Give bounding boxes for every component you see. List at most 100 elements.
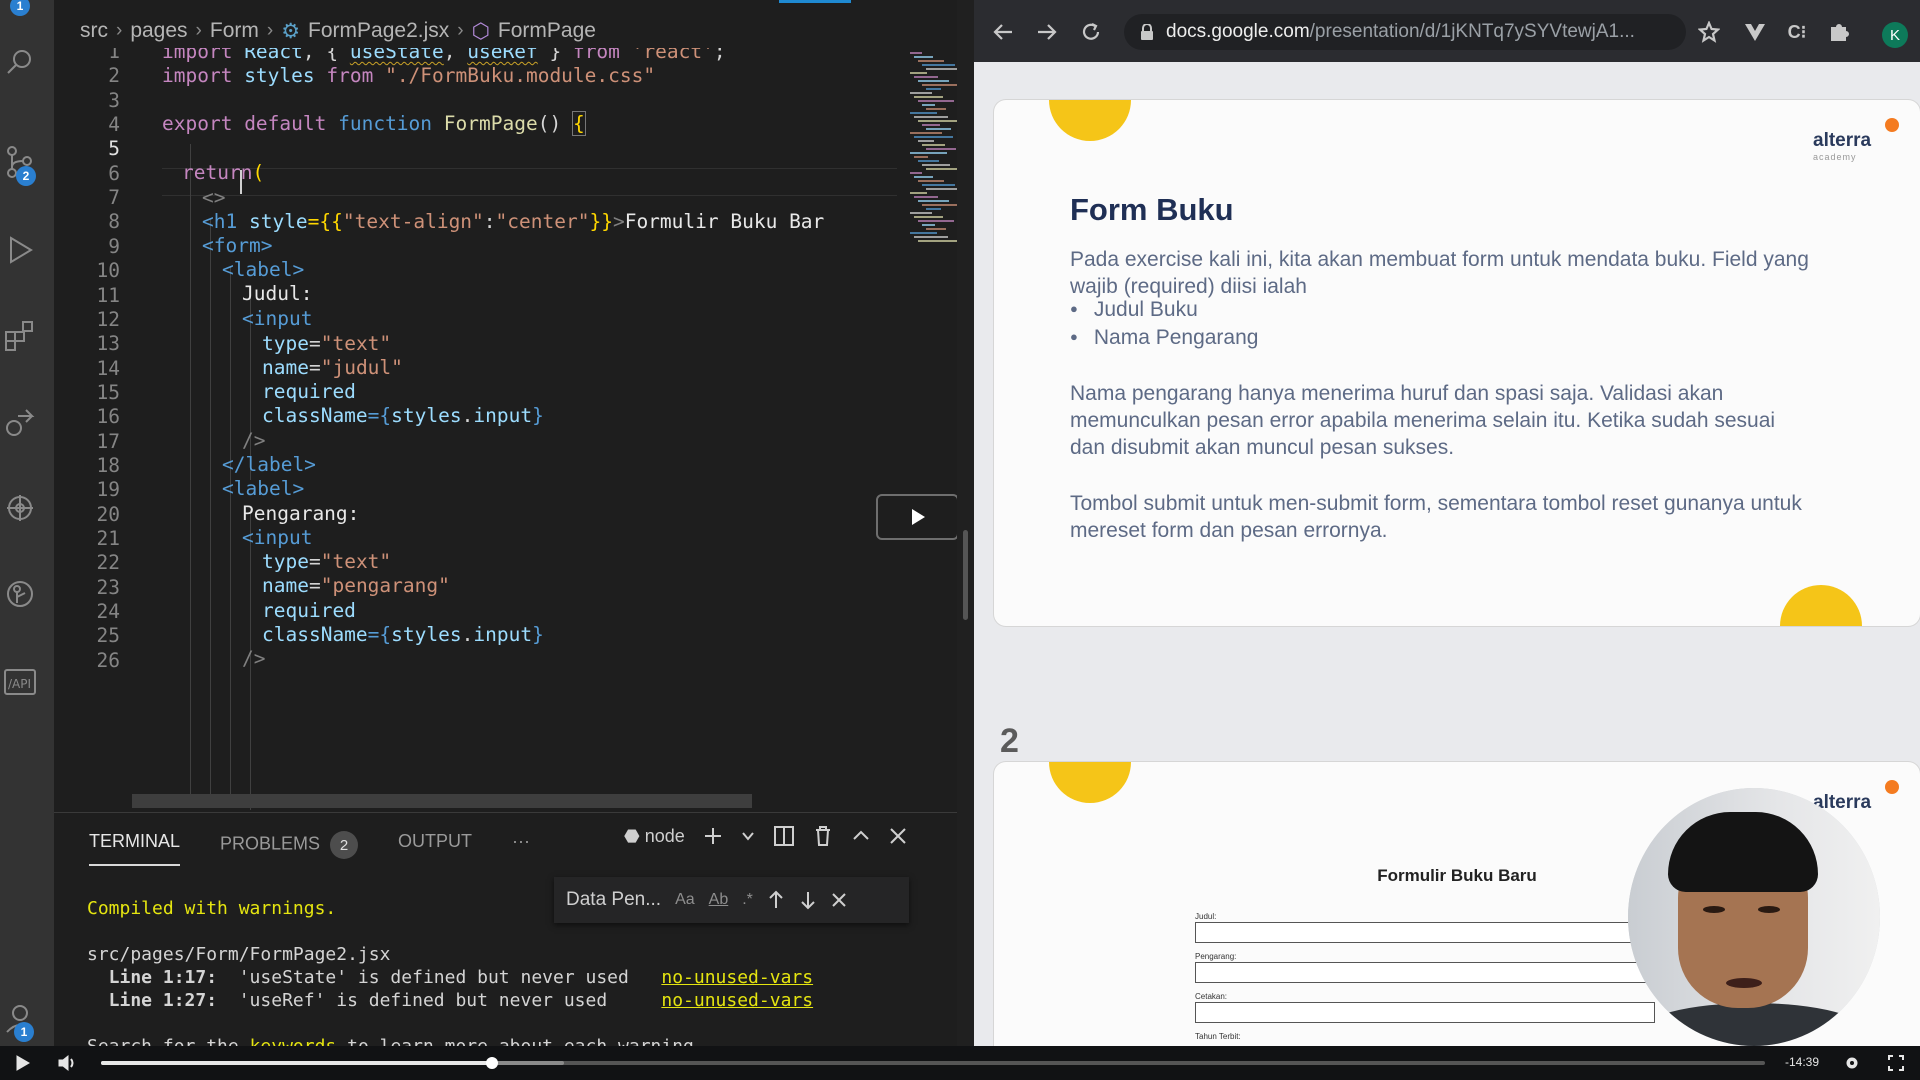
code-token: = [308,550,321,573]
back-button[interactable] [990,19,1016,45]
logo-dot [1885,118,1899,132]
minimap-line [914,196,938,198]
reload-button[interactable] [1078,19,1104,45]
panel-tabs: TERMINAL PROBLEMS 2 OUTPUT ··· [89,831,530,866]
video-play-overlay-button[interactable] [876,494,959,540]
panel-more-button[interactable]: ··· [512,831,530,866]
tab-problems-label: PROBLEMS [220,833,321,854]
extensions-icon[interactable] [0,314,40,358]
git-graph-icon[interactable] [0,572,40,616]
extension-icon[interactable]: C⁝ [1784,19,1810,45]
breadcrumb-form[interactable]: Form [210,19,259,43]
code-editor[interactable]: 1 2 3 4 5 6 7 8 9 10 11 12 13 14 15 16 17 18 19 20 21 22 23 24 2… [54,48,957,812]
run-debug-icon[interactable] [0,228,40,272]
chevron-up-icon[interactable] [851,826,871,846]
volume-button[interactable] [56,1052,78,1074]
tab-terminal[interactable]: TERMINAL [89,831,181,866]
breadcrumb-file[interactable]: FormPage2.jsx [308,19,449,43]
minimap-line [922,144,945,146]
settings-gear-icon[interactable] [0,486,40,530]
code-token: return [182,161,253,184]
explorer-badge: 1 [10,0,30,16]
address-bar[interactable]: docs.google.com/presentation/d/1jKNTq7yS… [1124,14,1686,50]
close-icon[interactable] [831,892,847,908]
code-token: () [537,112,573,135]
indent-guide [230,266,231,806]
code-line-14: name="judul" [262,356,403,379]
fullscreen-button[interactable] [1885,1052,1907,1074]
line-number: 11 [96,283,120,307]
code-token: > [612,210,625,233]
slide-1[interactable]: alterra academy Form Buku Pada exercise … [994,100,1920,626]
minimap-line [914,56,933,58]
profile-avatar[interactable]: K [1882,22,1908,48]
code-token: } [537,48,573,63]
horizontal-scrollbar[interactable] [132,794,752,808]
bookmark-star-button[interactable] [1696,19,1722,45]
code-token: styles [244,64,327,87]
play-icon [911,509,925,525]
vue-devtools-extension[interactable] [1742,19,1768,45]
rule-link[interactable]: no-unused-vars [661,990,813,1011]
accounts-icon[interactable]: 1 [0,996,40,1042]
code-line-15: required [262,380,356,403]
forward-button[interactable] [1034,19,1060,45]
tab-problems[interactable]: PROBLEMS 2 [220,831,359,866]
minimap-line [922,104,935,106]
code-token: name [262,574,309,597]
code-token: function [338,112,444,135]
url-path: /presentation/d/1jKNTq7ySYVtewjA1... [1309,21,1635,42]
close-panel-icon[interactable] [889,827,907,845]
code-token: <input [242,526,313,549]
minimap-line [926,68,957,70]
logo-text: alterra [1813,130,1872,151]
trash-icon[interactable] [813,825,833,847]
minimap-line [914,156,928,158]
line-number: 1 [108,48,120,63]
split-terminal-icon[interactable] [773,825,795,847]
video-seek-handle[interactable] [486,1057,499,1069]
play-button[interactable] [12,1052,34,1074]
line-number: 9 [108,234,120,258]
code-line-13: type="text" [262,332,391,355]
line-number: 26 [96,648,120,672]
code-line-18: </label> [222,453,316,476]
extensions-puzzle-button[interactable] [1826,19,1852,45]
code-token: <h1 [202,210,249,233]
lock-icon [1141,24,1153,40]
minimap-line [910,152,947,154]
breadcrumb-pages[interactable]: pages [130,19,187,43]
code-token: <label> [222,258,305,281]
line-number: 7 [108,186,120,210]
source-control-icon[interactable]: 2 [0,140,40,186]
chevron-down-icon[interactable] [741,829,755,843]
minimap-line [914,236,948,238]
rule-link[interactable]: no-unused-vars [661,967,813,988]
line-number: 19 [96,478,120,502]
minimap-line [910,192,927,194]
current-line-highlight [162,168,897,196]
split-resize-handle[interactable] [963,530,968,620]
remote-explorer-icon[interactable] [0,400,40,444]
code-token: <input [242,307,313,330]
minimap-line [918,140,934,142]
explorer-icon[interactable]: 1 [0,0,40,30]
breadcrumb-symbol[interactable]: FormPage [498,19,596,43]
code-line-19: <label> [222,477,304,500]
code-token: 'react' [631,48,714,63]
new-terminal-plus-icon[interactable] [703,826,723,846]
browser-toolbar: docs.google.com/presentation/d/1jKNTq7yS… [974,0,1920,62]
line-number: 14 [96,356,120,380]
terminal-shell-selector[interactable]: ⬣ node [624,826,685,847]
terminal-output[interactable]: Compiled with warnings. src/pages/Form/F… [87,897,813,1058]
video-seek-bar[interactable] [101,1057,1765,1069]
minimap-line [918,180,944,182]
tab-output[interactable]: OUTPUT [398,831,472,866]
api-icon[interactable]: /API [0,660,40,704]
search-icon[interactable] [0,40,40,84]
terminal-warning-2: Line 1:27: 'useRef' is defined but never… [87,989,813,1012]
code-token: . [461,623,474,646]
settings-button[interactable] [1841,1052,1863,1074]
breadcrumb-src[interactable]: src [80,19,108,43]
minimap[interactable] [906,48,957,248]
